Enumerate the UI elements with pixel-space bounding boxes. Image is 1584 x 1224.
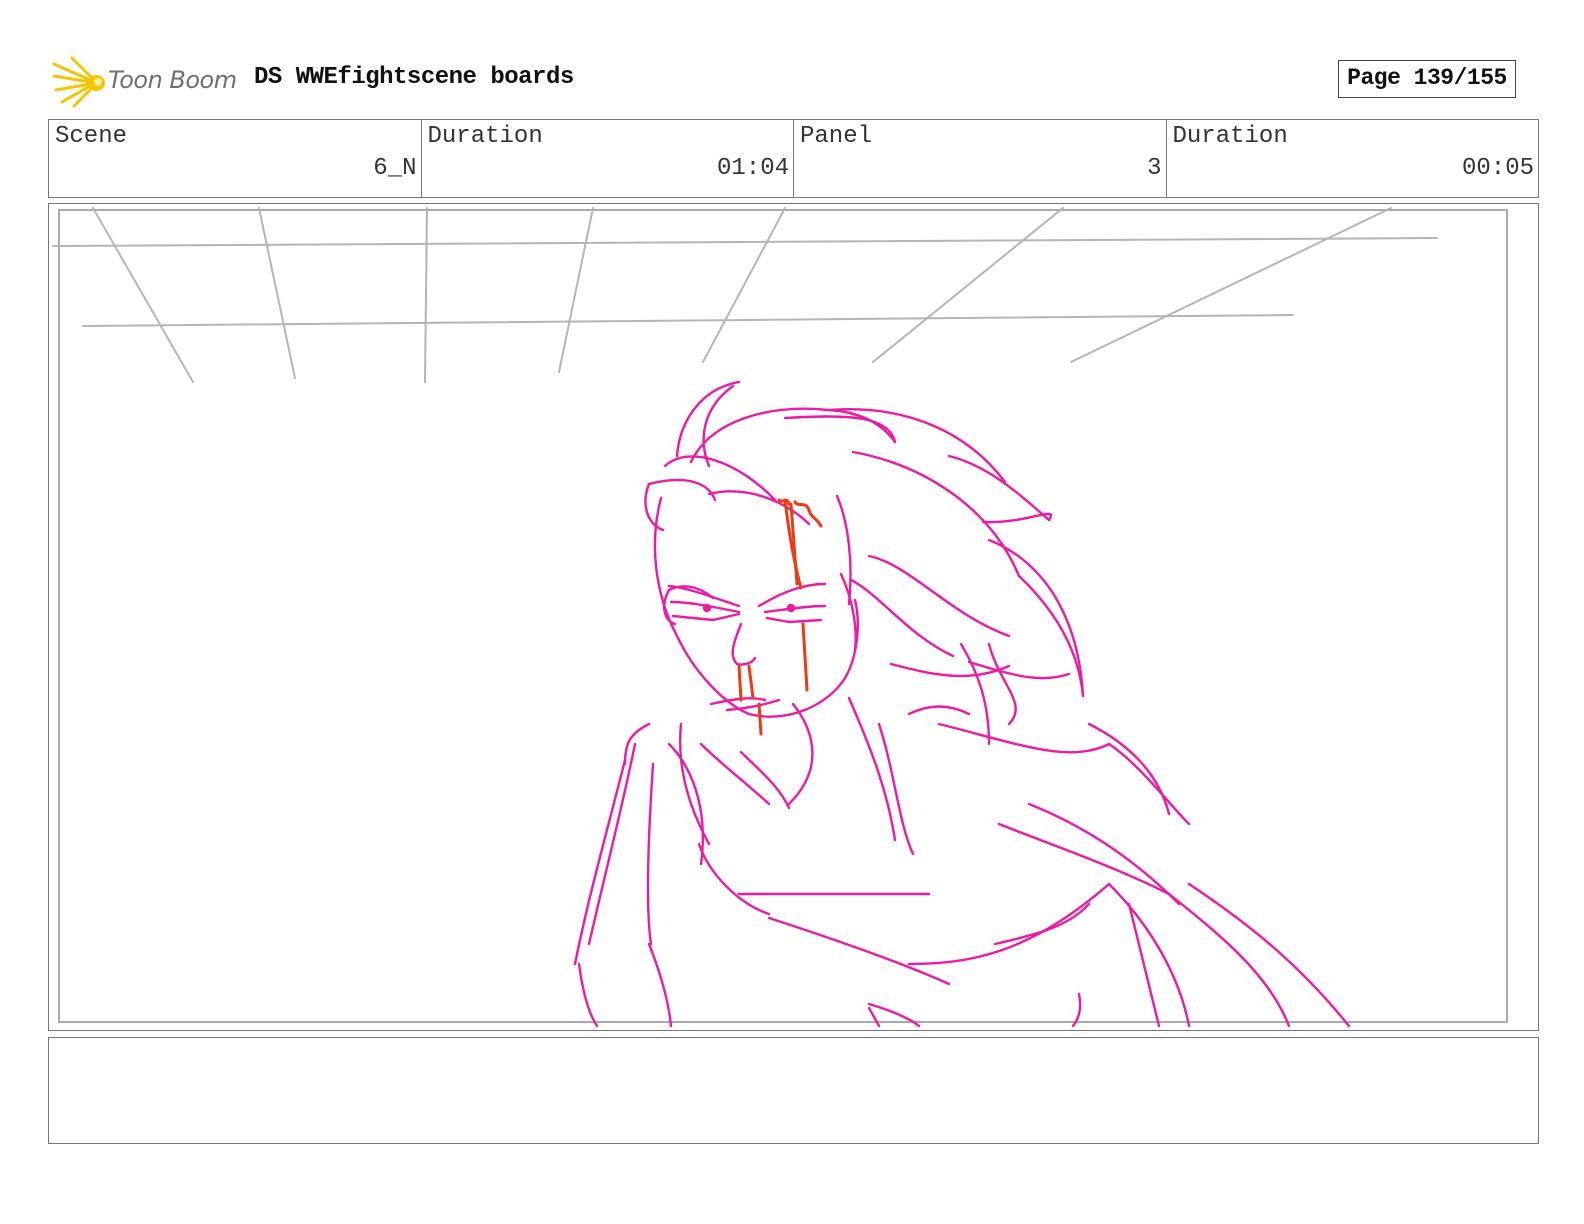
panel-notes xyxy=(48,1037,1539,1144)
background-sketch-lines xyxy=(52,207,1438,383)
panel-sketch xyxy=(52,207,1508,1028)
panel-label: Panel xyxy=(800,123,873,150)
scene-duration-cell: Duration 01:04 xyxy=(422,120,794,197)
panel-cell: Panel 3 xyxy=(794,120,1167,197)
panel-duration-label: Duration xyxy=(1172,123,1288,150)
page-number: Page 139/155 xyxy=(1338,60,1516,98)
scene-value: 6_N xyxy=(373,155,417,182)
character-sketch xyxy=(573,380,1351,1028)
safe-frame xyxy=(58,209,1508,1023)
starburst-icon xyxy=(52,56,105,108)
panel-duration-cell: Duration 00:05 xyxy=(1167,120,1539,197)
logo-text: Toon Boom xyxy=(108,66,237,94)
scene-info-table: Scene 6_N Duration 01:04 Panel 3 Duratio… xyxy=(48,119,1539,198)
scene-label: Scene xyxy=(55,123,128,150)
storyboard-panel xyxy=(48,203,1539,1031)
scene-cell: Scene 6_N xyxy=(49,120,422,197)
toon-boom-logo: Toon Boom xyxy=(52,56,242,108)
scene-duration-label: Duration xyxy=(427,123,543,150)
panel-value: 3 xyxy=(1147,155,1162,182)
scene-duration-value: 01:04 xyxy=(716,155,789,182)
panel-duration-value: 00:05 xyxy=(1461,155,1534,182)
document-title: DS WWEfightscene boards xyxy=(254,64,574,91)
page-header: Toon Boom DS WWEfightscene boards Page 1… xyxy=(48,52,1538,108)
